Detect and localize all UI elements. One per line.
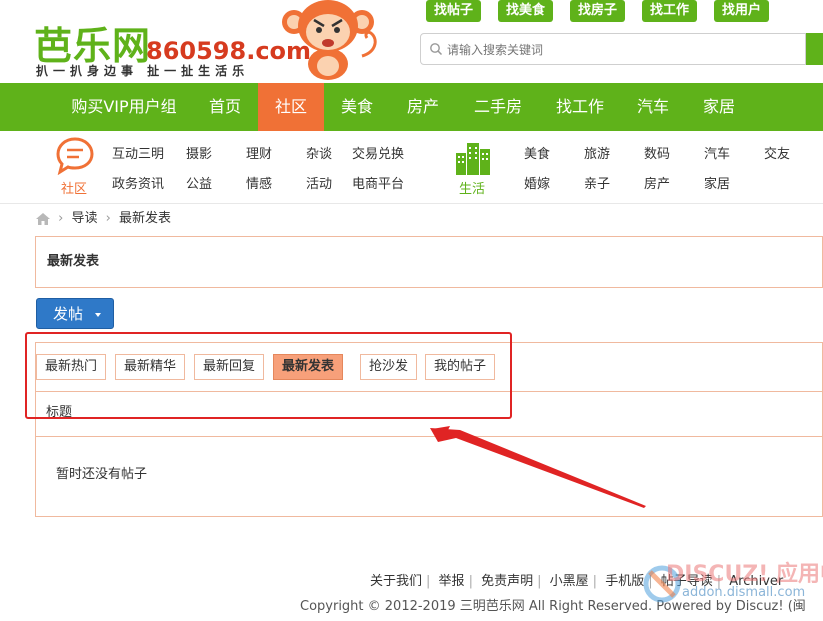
search-icon (430, 43, 443, 56)
community-link[interactable]: 互动三明 (112, 143, 164, 162)
page-title: 最新发表 (47, 254, 100, 269)
annotation-highlight-box (25, 332, 512, 419)
footer-link-disclaimer[interactable]: 免责声明 (481, 574, 533, 589)
quick-link-find-house[interactable]: 找房子 (570, 0, 626, 22)
life-link[interactable]: 婚嫁 (524, 173, 550, 192)
home-icon[interactable] (36, 213, 50, 225)
page-title-panel: 最新发表 (35, 236, 823, 288)
nav-item-food[interactable]: 美食 (328, 83, 386, 131)
community-link[interactable]: 杂谈 (306, 143, 332, 162)
nav-item-second-hand-house[interactable]: 二手房 (462, 83, 534, 131)
search-input[interactable] (445, 39, 799, 61)
life-link[interactable]: 旅游 (584, 143, 610, 162)
nav-item-property[interactable]: 房产 (394, 83, 452, 131)
breadcrumb-separator: › (105, 211, 111, 226)
sub-nav: 社区 互动三明 摄影 理财 杂谈 交易兑换 政务资讯 公益 情感 活动 电商平台… (0, 131, 823, 204)
footer-link-about[interactable]: 关于我们 (370, 574, 422, 589)
life-link[interactable]: 美食 (524, 143, 550, 162)
life-link[interactable]: 房产 (644, 173, 670, 192)
site-logo-brand[interactable]: 芭乐网 (34, 24, 151, 68)
search-button[interactable] (806, 33, 823, 65)
footer-link-report[interactable]: 举报 (439, 574, 465, 589)
quick-link-find-posts[interactable]: 找帖子 (426, 0, 482, 22)
life-link[interactable]: 家居 (704, 173, 730, 192)
empty-message: 暂时还没有帖子 (56, 467, 148, 482)
community-label[interactable]: 社区 (61, 178, 87, 197)
community-link[interactable]: 电商平台 (352, 173, 404, 192)
buildings-icon (456, 143, 490, 175)
new-post-button-label: 发帖 (53, 305, 84, 323)
life-link[interactable]: 亲子 (584, 173, 610, 192)
monkey-mascot-icon (282, 0, 377, 80)
quick-link-find-user[interactable]: 找用户 (714, 0, 770, 22)
annotation-arrow-icon (430, 426, 646, 508)
new-post-button[interactable]: 发帖 (36, 298, 114, 329)
nav-item-home-furnishing[interactable]: 家居 (690, 83, 748, 131)
nav-item-community[interactable]: 社区 (258, 83, 324, 131)
site-slogan: 扒一扒身边事 扯一扯生活乐 (36, 64, 250, 78)
nav-item-home[interactable]: 首页 (196, 83, 254, 131)
quick-link-find-food[interactable]: 找美食 (498, 0, 554, 22)
life-link[interactable]: 交友 (764, 143, 790, 162)
main-nav: 购买VIP用户组 首页 社区 美食 房产 二手房 找工作 汽车 家居 (0, 83, 823, 131)
community-link[interactable]: 活动 (306, 173, 332, 192)
breadcrumb-item-guide[interactable]: 导读 (71, 211, 97, 226)
caret-down-icon (95, 313, 101, 317)
life-label[interactable]: 生活 (459, 178, 485, 197)
community-link[interactable]: 情感 (246, 173, 272, 192)
community-link[interactable]: 公益 (186, 173, 212, 192)
life-link[interactable]: 数码 (644, 143, 670, 162)
breadcrumb: › 导读 › 最新发表 (36, 210, 171, 228)
breadcrumb-separator: › (58, 211, 64, 226)
nav-item-jobs[interactable]: 找工作 (546, 83, 614, 131)
quick-link-find-job[interactable]: 找工作 (642, 0, 698, 22)
community-link[interactable]: 交易兑换 (352, 143, 404, 162)
community-link[interactable]: 理财 (246, 143, 272, 162)
chat-bubble-icon (56, 137, 94, 175)
nav-item-cars[interactable]: 汽车 (624, 83, 682, 131)
life-link[interactable]: 汽车 (704, 143, 730, 162)
breadcrumb-item-current: 最新发表 (118, 211, 171, 226)
search-box (420, 33, 806, 65)
community-link[interactable]: 政务资讯 (112, 173, 164, 192)
watermark-url: addon.dismall.com (682, 585, 806, 600)
nav-item-buy-vip[interactable]: 购买VIP用户组 (58, 83, 190, 131)
watermark-logo: DISCUZ! 应用中心 (666, 562, 823, 587)
community-link[interactable]: 摄影 (186, 143, 212, 162)
